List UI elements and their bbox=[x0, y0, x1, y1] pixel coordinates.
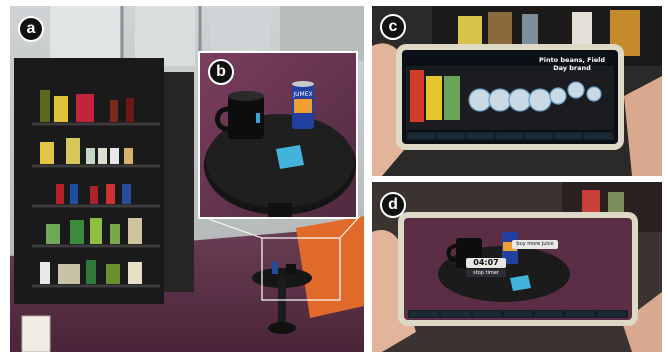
timer-value: 04:07 bbox=[466, 258, 506, 268]
panel-d-label: d bbox=[380, 192, 406, 218]
ar-tab-bar-d[interactable] bbox=[410, 311, 626, 317]
ar-tab[interactable] bbox=[526, 133, 553, 139]
ar-tab[interactable] bbox=[503, 311, 533, 317]
ar-tab[interactable] bbox=[437, 133, 465, 139]
can-label: JUMEX bbox=[292, 91, 312, 98]
ar-tab[interactable] bbox=[472, 311, 501, 317]
panel-a-label: a bbox=[18, 16, 44, 42]
ar-tab[interactable] bbox=[441, 311, 470, 317]
ar-product-title: Pinto beans, Field Day brand bbox=[538, 56, 606, 72]
ar-tab[interactable] bbox=[585, 133, 613, 139]
ar-tab-bar-c[interactable] bbox=[408, 133, 613, 139]
ar-tab[interactable] bbox=[535, 311, 564, 317]
ar-tab[interactable] bbox=[555, 133, 583, 139]
ar-tab[interactable] bbox=[408, 133, 435, 139]
panel-c-label: c bbox=[380, 14, 406, 40]
ar-tab[interactable] bbox=[566, 311, 595, 317]
ar-tab[interactable] bbox=[597, 311, 626, 317]
ar-tab[interactable] bbox=[467, 133, 494, 139]
panel-c-photo: Pinto beans, Field Day brand c bbox=[372, 6, 662, 176]
panel-b-label: b bbox=[208, 59, 234, 85]
stop-timer-button[interactable]: stop timer bbox=[466, 269, 506, 277]
phone-scene-c bbox=[372, 6, 662, 176]
panel-d-photo: 04:07 stop timer buy more juice d bbox=[372, 182, 662, 352]
buy-more-juice-button[interactable]: buy more juice bbox=[512, 240, 558, 249]
panel-b-inset: JUMEX b bbox=[198, 51, 358, 219]
ar-tab[interactable] bbox=[410, 311, 439, 317]
ar-tab[interactable] bbox=[496, 133, 524, 139]
phone-scene-d bbox=[372, 182, 662, 352]
